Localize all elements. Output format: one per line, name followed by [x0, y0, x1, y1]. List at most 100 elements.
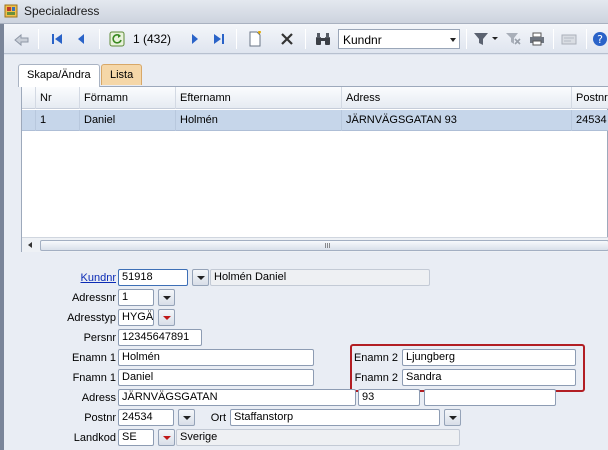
next-record-button[interactable] — [186, 29, 204, 49]
toolbar-separator — [99, 29, 100, 49]
last-record-icon — [214, 34, 224, 44]
delete-icon — [281, 33, 293, 45]
help-icon: ? — [593, 32, 607, 46]
address-grid[interactable]: Nr Förnamn Efternamn Adress Postnr 1 Dan… — [21, 86, 608, 252]
adress-number-field[interactable]: 93 — [358, 389, 420, 406]
binoculars-icon — [316, 33, 330, 45]
filter-icon — [474, 33, 498, 45]
toolbar-separator — [586, 29, 587, 49]
ort-field[interactable]: Staffanstorp — [230, 409, 440, 426]
scrollbar-thumb[interactable]: III — [40, 240, 608, 251]
content-area: Skapa/Ändra Lista Nr Förnamn Efternamn A… — [4, 55, 608, 450]
table-row[interactable]: 1 Daniel Holmén JÄRNVÄGSGATAN 93 24534 — [22, 110, 608, 131]
record-counter: 1 (432) — [133, 32, 172, 46]
fnamn2-field[interactable]: Sandra — [402, 369, 576, 386]
clear-filter-icon — [506, 33, 521, 45]
back-icon — [14, 33, 29, 47]
new-record-button[interactable] — [245, 29, 265, 49]
refresh-button[interactable] — [107, 29, 127, 49]
previous-record-button[interactable] — [72, 29, 90, 49]
grid-header: Nr Förnamn Efternamn Adress Postnr — [22, 87, 608, 109]
print-button[interactable] — [527, 29, 547, 49]
previous-record-icon — [78, 34, 84, 44]
adresstyp-label: Adresstyp — [67, 312, 116, 324]
scrollbar-grip: III — [324, 243, 331, 250]
enamn1-field[interactable]: Holmén — [118, 349, 314, 366]
horizontal-scrollbar[interactable]: III — [22, 237, 608, 252]
toolbar-separator — [305, 29, 306, 49]
first-record-icon — [52, 34, 62, 44]
landkod-dropdown[interactable] — [158, 429, 175, 446]
print-icon — [530, 32, 544, 46]
delete-button[interactable] — [277, 29, 297, 49]
first-record-button[interactable] — [48, 29, 66, 49]
postnr-field[interactable]: 24534 — [118, 409, 174, 426]
customer-name-display: Holmén Daniel — [210, 269, 430, 286]
refresh-icon — [109, 31, 125, 47]
ort-dropdown[interactable] — [444, 409, 461, 426]
toolbar: 1 (432) Kundnr ? — [4, 24, 608, 54]
scroll-left-icon[interactable] — [28, 242, 32, 248]
row-selector-header — [22, 87, 36, 109]
clear-filter-button[interactable] — [503, 29, 523, 49]
column-header-efternamn[interactable]: Efternamn — [176, 87, 342, 109]
adress-label: Adress — [81, 392, 116, 404]
enamn2-label: Enamn 2 — [353, 352, 398, 364]
landkod-field[interactable]: SE — [118, 429, 154, 446]
last-record-button[interactable] — [210, 29, 228, 49]
adress-field[interactable]: JÄRNVÄGSGATAN — [118, 389, 356, 406]
postnr-label: Postnr — [84, 412, 116, 424]
fnamn2-label: Fnamn 2 — [354, 372, 398, 384]
persnr-label: Persnr — [83, 332, 116, 344]
adressnr-label: Adressnr — [71, 292, 116, 304]
column-header-adress[interactable]: Adress — [342, 87, 572, 109]
toolbar-separator — [466, 29, 467, 49]
cell-nr: 1 — [36, 110, 80, 131]
adressnr-dropdown[interactable] — [158, 289, 175, 306]
title-bar: Specialadress — [0, 0, 608, 24]
window-title: Specialadress — [24, 4, 100, 18]
enamn2-field[interactable]: Ljungberg — [402, 349, 576, 366]
column-header-postnr[interactable]: Postnr — [572, 87, 608, 109]
enamn1-label: Enamn 1 — [71, 352, 116, 364]
toolbar-separator — [553, 29, 554, 49]
search-field-select[interactable]: Kundnr — [338, 29, 460, 49]
ort-label: Ort — [210, 412, 226, 424]
persnr-field[interactable]: 12345647891 — [118, 329, 202, 346]
column-header-fornamn[interactable]: Förnamn — [80, 87, 176, 109]
column-header-nr[interactable]: Nr — [36, 87, 80, 109]
adresstyp-dropdown[interactable] — [158, 309, 175, 326]
search-field-value: Kundnr — [343, 33, 382, 47]
adressnr-field[interactable]: 1 — [118, 289, 154, 306]
fnamn1-field[interactable]: Daniel — [118, 369, 314, 386]
next-record-icon — [192, 34, 198, 44]
adress-extra-field[interactable] — [424, 389, 556, 406]
land-name-display: Sverige — [176, 429, 460, 446]
svg-text:?: ? — [597, 33, 603, 46]
chevron-down-icon — [450, 38, 456, 42]
tab-skapa-andra[interactable]: Skapa/Ändra — [18, 64, 100, 87]
adresstyp-field[interactable]: HYGÄ — [118, 309, 154, 326]
tab-lista[interactable]: Lista — [101, 64, 143, 85]
disabled-action-button[interactable] — [559, 29, 579, 49]
row-selector[interactable] — [22, 110, 36, 131]
toolbar-separator — [38, 29, 39, 49]
kundnr-dropdown[interactable] — [192, 269, 209, 286]
new-record-icon — [249, 31, 261, 47]
disabled-action-icon — [561, 34, 577, 45]
help-button[interactable]: ? — [592, 29, 608, 49]
cell-postnr: 24534 — [572, 110, 608, 131]
fnamn1-label: Fnamn 1 — [72, 372, 116, 384]
app-icon — [4, 4, 18, 18]
cell-fornamn: Daniel — [80, 110, 176, 131]
back-button[interactable] — [12, 29, 32, 49]
toolbar-separator — [236, 29, 237, 49]
search-button[interactable] — [313, 29, 333, 49]
kundnr-field[interactable]: 51918 — [118, 269, 188, 286]
filter-button[interactable] — [472, 29, 500, 49]
kundnr-link[interactable]: Kundnr — [64, 271, 116, 285]
landkod-label: Landkod — [73, 432, 116, 444]
cell-efternamn: Holmén — [176, 110, 342, 131]
cell-adress: JÄRNVÄGSGATAN 93 — [342, 110, 572, 131]
postnr-dropdown[interactable] — [178, 409, 195, 426]
